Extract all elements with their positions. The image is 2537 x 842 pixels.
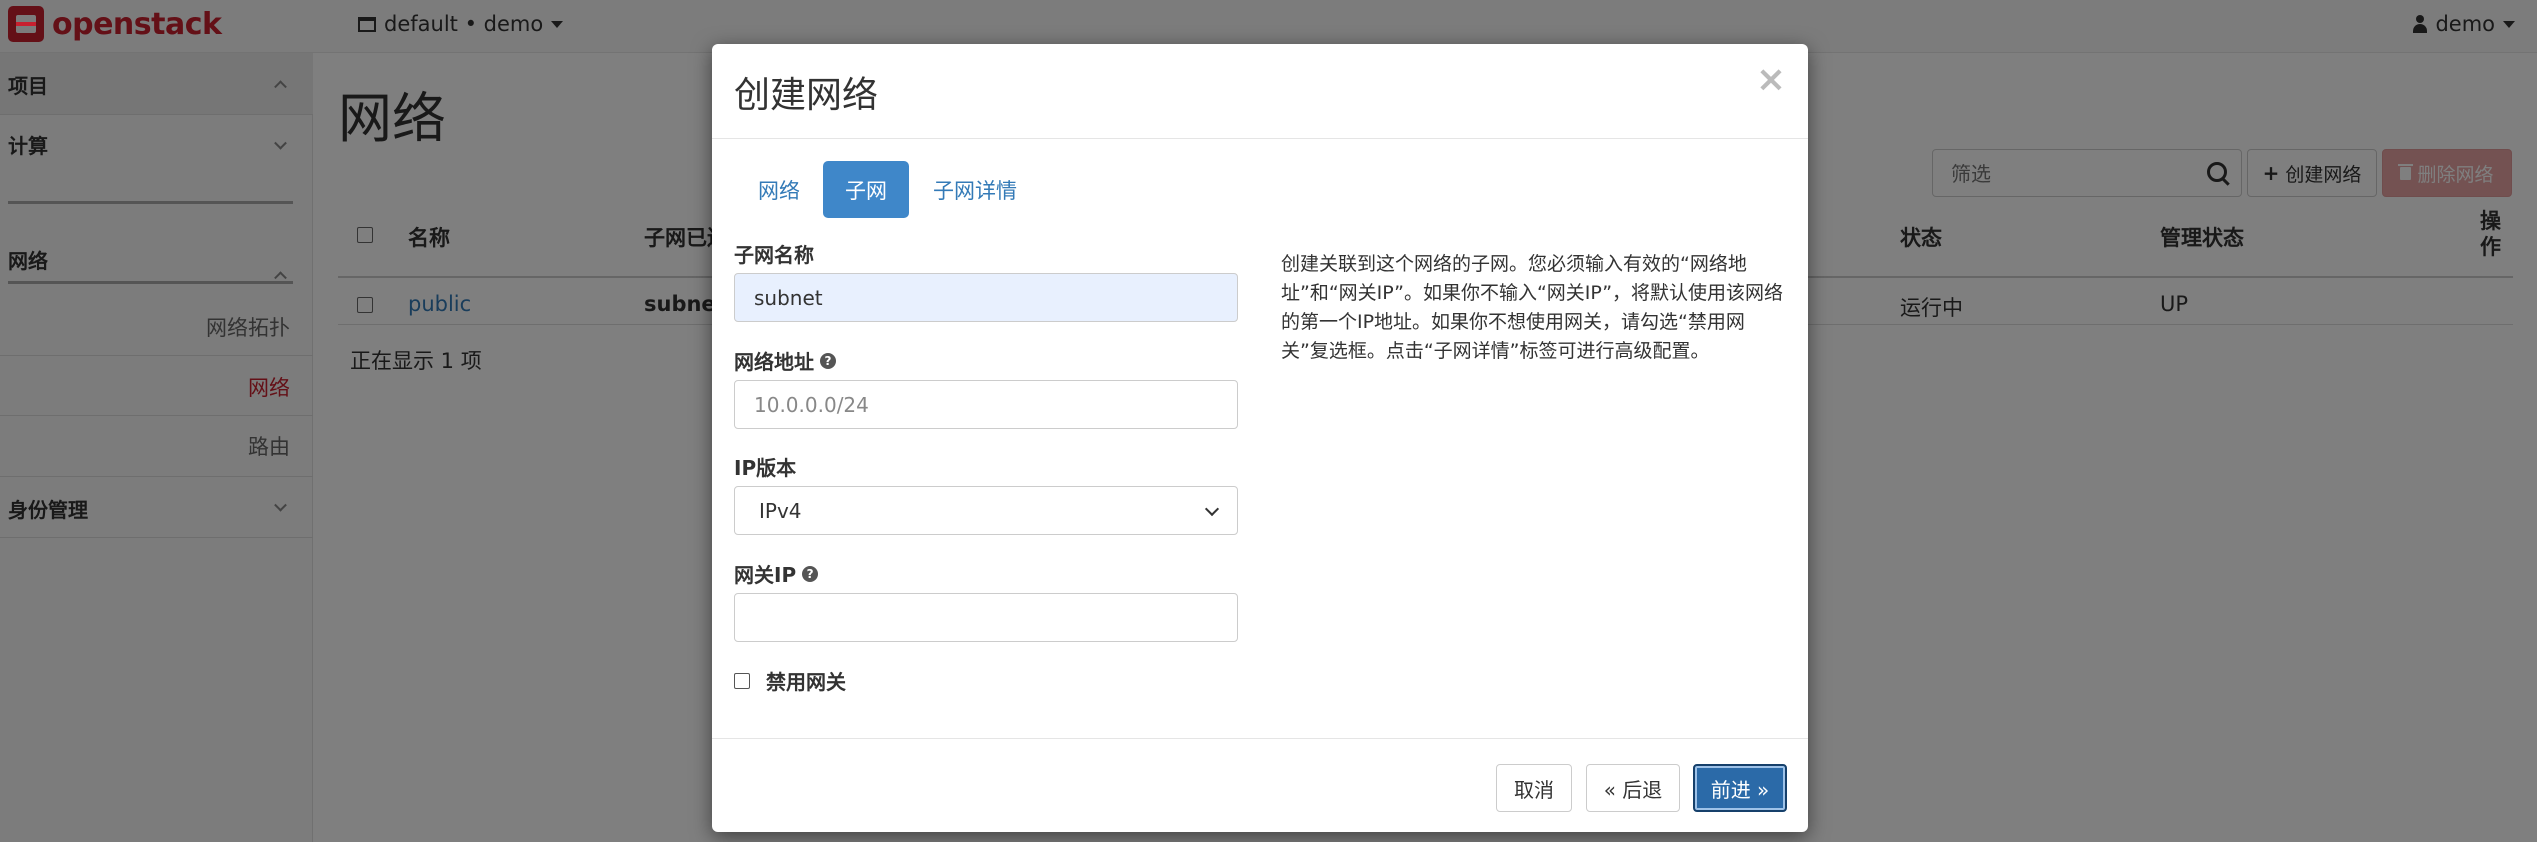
network-address-label-text: 网络地址 <box>734 350 814 374</box>
subnet-name-input[interactable] <box>734 273 1238 322</box>
gateway-ip-label-text: 网关IP <box>734 563 797 587</box>
chevron-down-icon <box>1204 501 1220 517</box>
next-button[interactable]: 前进 » <box>1693 764 1787 812</box>
back-button[interactable]: « 后退 <box>1586 764 1680 812</box>
subnet-name-label-text: 子网名称 <box>734 243 814 267</box>
network-address-label: 网络地址 ? <box>734 346 836 375</box>
disable-gateway-row[interactable]: 禁用网关 <box>734 666 846 695</box>
network-address-input[interactable] <box>734 380 1238 429</box>
help-icon[interactable]: ? <box>802 565 819 582</box>
modal-title: 创建网络 <box>734 75 879 116</box>
modal-header: 创建网络 × <box>712 44 1808 139</box>
tab-network[interactable]: 网络 <box>744 161 814 218</box>
create-network-modal: 创建网络 × 网络 子网 子网详情 子网名称 网络地址 ? IP版本 IPv4 … <box>712 44 1808 832</box>
close-icon[interactable]: × <box>1756 62 1786 98</box>
ip-version-label: IP版本 <box>734 452 796 481</box>
tab-subnet-details[interactable]: 子网详情 <box>920 161 1030 218</box>
help-icon[interactable]: ? <box>820 352 836 369</box>
tab-subnet[interactable]: 子网 <box>823 161 909 218</box>
subnet-help-text: 创建关联到这个网络的子网。您必须输入有效的“网络地址”和“网关IP”。如果你不输… <box>1281 253 1784 362</box>
ip-version-selected: IPv4 <box>759 498 802 523</box>
gateway-ip-input[interactable] <box>734 593 1238 642</box>
ip-version-select[interactable]: IPv4 <box>734 486 1238 535</box>
disable-gateway-checkbox[interactable] <box>734 672 750 689</box>
subnet-name-label: 子网名称 <box>734 239 814 268</box>
gateway-ip-label: 网关IP ? <box>734 559 819 588</box>
cancel-button[interactable]: 取消 <box>1496 764 1572 812</box>
ip-version-label-text: IP版本 <box>734 456 797 480</box>
disable-gateway-label: 禁用网关 <box>766 670 846 694</box>
